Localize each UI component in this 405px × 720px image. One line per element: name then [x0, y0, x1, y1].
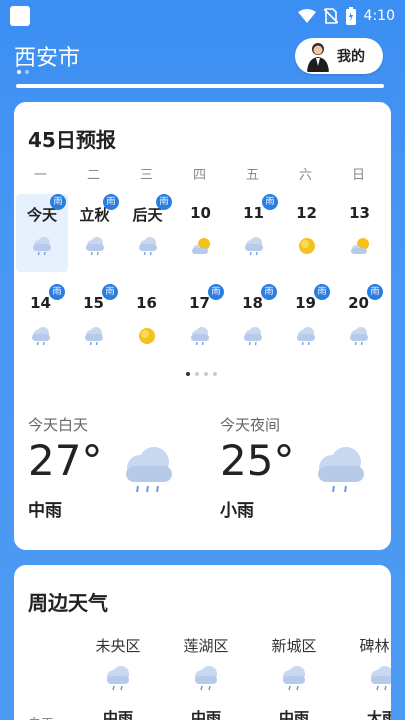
rain-cloud-icon [283, 666, 305, 691]
today-night-desc: 小雨 [220, 501, 254, 521]
forecast-day[interactable]: 立秋雨 [68, 194, 121, 272]
forecast-day[interactable]: 10 [174, 194, 227, 272]
forecast-row: 今天雨立秋雨后天雨 10 11 雨 12 13 [14, 194, 391, 272]
around-title[interactable]: 周边天气 [28, 587, 108, 616]
forecast-day[interactable]: 今天雨 [16, 194, 68, 272]
weekday-header: 一 二 三 四 五 六 日 [14, 164, 391, 183]
district-name: 新城区 [271, 637, 317, 655]
day-label: 16 [136, 294, 157, 312]
district-column[interactable]: 莲湖区 中雨 [162, 635, 250, 720]
forecast-day[interactable]: 19 雨 [279, 284, 332, 362]
forecast-day[interactable]: 11 雨 [227, 194, 280, 272]
forecast-day[interactable]: 18 雨 [226, 284, 279, 362]
rain-cloud-icon [126, 447, 172, 493]
rain-badge: 雨 [102, 284, 118, 300]
day-label: 13 [349, 204, 370, 222]
rain-cloud-icon [188, 326, 212, 346]
weekday-label: 三 [139, 168, 153, 183]
forecast-card: 45日预报 一 二 三 四 五 六 日 今天雨立秋雨后天雨 10 11 雨 12 13 1… [14, 102, 391, 550]
today-nighttime[interactable]: 今天夜间 25° 小雨 [220, 410, 391, 530]
battery-icon [345, 7, 356, 25]
rain-badge: 雨 [156, 194, 172, 210]
rain-badge: 雨 [103, 194, 119, 210]
rain-cloud-icon [294, 326, 318, 346]
forecast-day[interactable]: 17 雨 [173, 284, 226, 362]
partly-sunny-icon [189, 236, 213, 256]
wifi-icon [297, 9, 316, 23]
today-daytime-desc: 中雨 [28, 501, 62, 521]
clock: 4:10 [363, 8, 395, 24]
notification-icon [10, 6, 30, 26]
rain-cloud-icon [83, 236, 107, 256]
mine-button[interactable]: 我的 [295, 38, 383, 74]
district-weather: 中雨 [102, 709, 133, 720]
rain-cloud-icon [136, 236, 160, 256]
rain-cloud-icon [195, 666, 217, 691]
district-name: 碑林区 [359, 637, 391, 655]
rain-badge: 雨 [261, 284, 277, 300]
weekday-label: 一 [33, 168, 47, 183]
forecast-row: 14 雨 15 雨 16 17 雨 18 雨 19 雨 20 雨 [14, 284, 391, 362]
weekday-label: 六 [298, 168, 312, 183]
city-name[interactable]: 西安市 [14, 40, 80, 72]
district-weather: 中雨 [190, 709, 221, 720]
rain-cloud-icon [82, 326, 106, 346]
rain-badge: 雨 [49, 284, 65, 300]
district-column[interactable]: 未央区 中雨 [74, 635, 162, 720]
rain-cloud-icon [242, 236, 266, 256]
district-weather: 中雨 [278, 709, 309, 720]
weekday-label: 四 [192, 168, 206, 183]
forecast-day[interactable]: 后天雨 [121, 194, 174, 272]
no-sim-icon [323, 8, 338, 24]
rain-cloud-icon [241, 326, 265, 346]
status-bar: 4:10 [0, 0, 405, 32]
rain-cloud-icon [30, 236, 54, 256]
mine-label: 我的 [337, 49, 365, 65]
around-weather-card: 周边天气 未央区 中雨 莲湖区 中雨 新城区 中雨 碑林区 大雨 白天 [14, 565, 391, 720]
district-column[interactable]: 新城区 中雨 [250, 635, 338, 720]
today-daytime[interactable]: 今天白天 27° 中雨 [28, 410, 208, 530]
weekday-label: 二 [86, 168, 100, 183]
city-page-indicator [17, 70, 29, 74]
today-daytime-label: 今天白天 [28, 416, 89, 434]
rain-badge: 雨 [50, 194, 66, 210]
district-name: 莲湖区 [183, 637, 229, 655]
forecast-day[interactable]: 14 雨 [14, 284, 67, 362]
rain-cloud-icon [29, 326, 53, 346]
rain-cloud-icon [347, 326, 371, 346]
sun-icon [135, 326, 159, 346]
today-daytime-temp: 27° [28, 436, 103, 485]
rain-cloud-icon [107, 666, 129, 691]
rain-badge: 雨 [262, 194, 278, 210]
district-weather: 大雨 [366, 709, 391, 720]
day-label: 12 [296, 204, 317, 222]
rain-badge: 雨 [314, 284, 330, 300]
avatar [305, 40, 331, 72]
sun-icon [295, 236, 319, 256]
header-divider [16, 84, 384, 88]
weekday-label: 日 [351, 168, 365, 183]
rain-badge: 雨 [367, 284, 383, 300]
rain-cloud-icon [371, 666, 391, 691]
weekday-label: 五 [245, 168, 259, 183]
forecast-day[interactable]: 15 雨 [67, 284, 120, 362]
today-night-label: 今天夜间 [220, 416, 281, 434]
day-label: 10 [190, 204, 211, 222]
district-name: 未央区 [95, 637, 141, 655]
partly-sunny-icon [348, 236, 372, 256]
forecast-day[interactable]: 16 [120, 284, 173, 362]
today-night-temp: 25° [220, 436, 295, 485]
forecast-day[interactable]: 20 雨 [332, 284, 385, 362]
around-columns: 未央区 中雨 莲湖区 中雨 新城区 中雨 碑林区 大雨 [74, 635, 391, 720]
around-row-label: 白天 [28, 713, 54, 720]
district-column[interactable]: 碑林区 大雨 [338, 635, 391, 720]
forecast-title[interactable]: 45日预报 [28, 124, 116, 153]
forecast-day[interactable]: 13 [333, 194, 386, 272]
forecast-day[interactable]: 12 [280, 194, 333, 272]
rain-cloud-icon [318, 447, 364, 493]
status-icons: 4:10 [297, 6, 395, 26]
forecast-page-indicator [186, 372, 217, 376]
rain-badge: 雨 [208, 284, 224, 300]
